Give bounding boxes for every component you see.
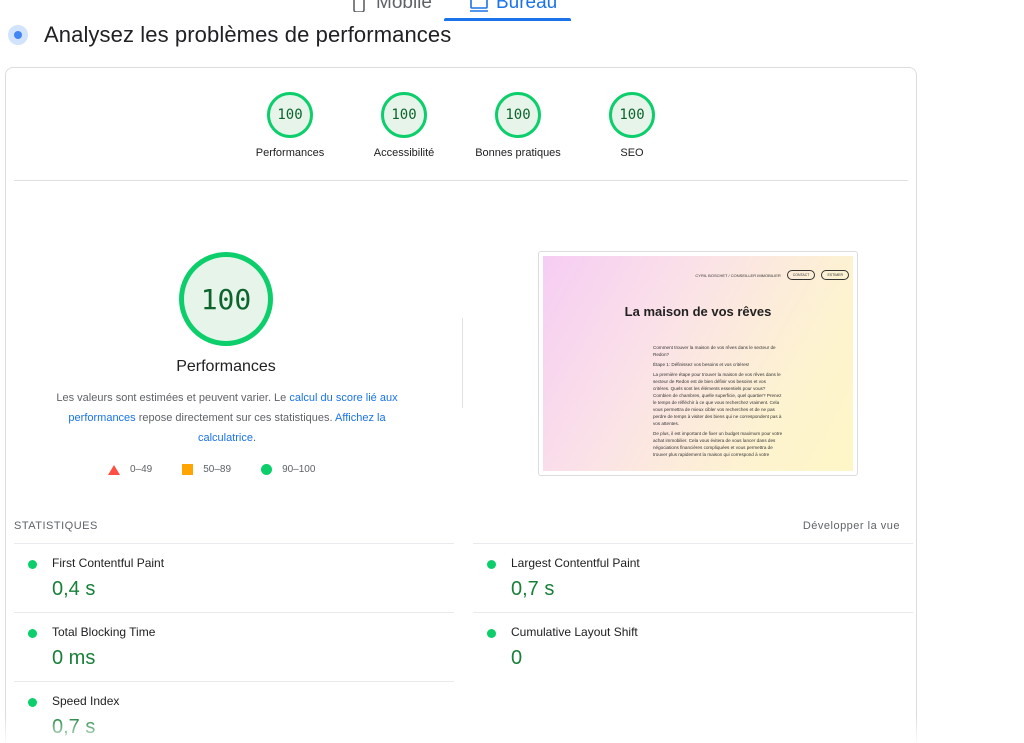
metric-name: Largest Contentful Paint — [511, 556, 640, 570]
page-title: Analysez les problèmes de performances — [44, 22, 452, 47]
explanation-text: repose directement sur ces statistiques. — [135, 412, 336, 424]
metric-fcp: First Contentful Paint 0,4 s — [14, 543, 454, 612]
pass-dot-icon — [28, 560, 37, 569]
thumb-text: Comment trouver la maison de vos rêves d… — [653, 344, 783, 461]
section-header: Analysez les problèmes de performances — [8, 22, 451, 48]
stats-heading: STATISTIQUES — [14, 520, 98, 532]
explanation-text: Les valeurs sont estimées et peuvent var… — [56, 392, 290, 404]
explanation-text: . — [252, 432, 257, 444]
gauge-score: 100 — [381, 92, 427, 138]
pass-dot-icon — [487, 629, 496, 638]
metric-cls: Cumulative Layout Shift 0 — [473, 612, 913, 681]
gauge-score: 100 — [609, 92, 655, 138]
triangle-icon — [108, 464, 120, 475]
category-gauges: 100 Performances 100 Accessibilité 100 B… — [6, 92, 916, 172]
legend-range: 90–100 — [282, 464, 316, 475]
thumb-title: La maison de vos rêves — [624, 304, 772, 319]
gauge-label: Accessibilité — [373, 147, 435, 159]
gauge-score: 100 — [495, 92, 541, 138]
lighthouse-dot-icon — [8, 25, 28, 45]
metric-value: 0,7 s — [511, 578, 555, 600]
active-tab-indicator — [444, 18, 571, 21]
legend-pass: 90–100 — [261, 464, 315, 475]
score-explanation: Les valeurs sont estimées et peuvent var… — [42, 388, 412, 448]
gauge-label: Bonnes pratiques — [475, 147, 561, 159]
metric-value: 0 — [511, 647, 523, 669]
metric-value: 0,4 s — [52, 578, 96, 600]
thumb-estimer-pill: ESTIMER — [821, 270, 849, 280]
thumb-nav: CYRIL BOSCHET / CONSEILLER IMMOBILIER CO… — [695, 270, 849, 280]
legend-range: 50–89 — [203, 464, 232, 475]
thumb-para: La première étape pour trouver la maison… — [653, 372, 782, 426]
tab-desktop-label: Bureau — [495, 0, 558, 13]
gauge-label: SEO — [620, 147, 644, 159]
vertical-separator — [462, 318, 463, 408]
pass-dot-icon — [28, 629, 37, 638]
divider — [14, 180, 908, 181]
main-performance-gauge: 100 — [179, 252, 273, 346]
main-gauge-label: Performances — [176, 358, 276, 375]
thumb-para: De plus, il est important de fixer un bu… — [653, 431, 783, 457]
tab-mobile[interactable]: Mobile — [350, 0, 432, 20]
legend-fail: 0–49 — [108, 464, 152, 475]
legend-average: 50–89 — [182, 464, 231, 475]
gauge-score: 100 — [267, 92, 313, 138]
screenshot-content: CYRIL BOSCHET / CONSEILLER IMMOBILIER CO… — [543, 256, 853, 471]
metric-value: 0 ms — [52, 647, 96, 669]
legend-range: 0–49 — [130, 464, 153, 475]
metric-value: 0,7 s — [52, 716, 96, 738]
gauge-performances[interactable]: 100 Performances — [230, 92, 350, 159]
metric-name: Cumulative Layout Shift — [511, 625, 638, 639]
gauge-accessibilite[interactable]: 100 Accessibilité — [344, 92, 464, 159]
gauge-seo[interactable]: 100 SEO — [572, 92, 692, 159]
thumb-intro: Comment trouver la maison de vos rêves d… — [653, 345, 776, 357]
metric-name: Speed Index — [52, 694, 120, 708]
tab-desktop[interactable]: Bureau — [469, 0, 558, 20]
desktop-icon — [469, 0, 488, 12]
square-icon — [182, 464, 194, 475]
pass-dot-icon — [487, 560, 496, 569]
thumb-step: Étape 1: Définissez vos besoins et vos c… — [653, 362, 750, 367]
metric-speed-index: Speed Index 0,7 s — [14, 681, 454, 743]
gauge-label: Performances — [255, 147, 325, 159]
metric-name: First Contentful Paint — [52, 556, 165, 570]
thumb-brand: CYRIL BOSCHET / CONSEILLER IMMOBILIER — [695, 272, 781, 278]
mobile-icon — [353, 0, 365, 12]
metric-tbt: Total Blocking Time 0 ms — [14, 612, 454, 681]
device-tabs: Mobile Bureau — [350, 0, 557, 20]
report-card: 100 Performances 100 Accessibilité 100 B… — [5, 67, 917, 743]
gauge-bonnes-pratiques[interactable]: 100 Bonnes pratiques — [458, 92, 578, 159]
metric-lcp: Largest Contentful Paint 0,7 s — [473, 543, 913, 612]
tab-mobile-label: Mobile — [376, 0, 432, 13]
pass-dot-icon — [28, 698, 37, 707]
expand-view-toggle[interactable]: Développer la vue — [803, 520, 900, 532]
final-screenshot: CYRIL BOSCHET / CONSEILLER IMMOBILIER CO… — [538, 251, 858, 476]
score-legend: 0–49 50–89 90–100 — [108, 464, 315, 475]
stats-header: STATISTIQUES Développer la vue — [14, 520, 900, 532]
metric-name: Total Blocking Time — [52, 625, 156, 639]
circle-icon — [261, 464, 273, 475]
thumb-contact-pill: CONTACT — [786, 270, 816, 280]
